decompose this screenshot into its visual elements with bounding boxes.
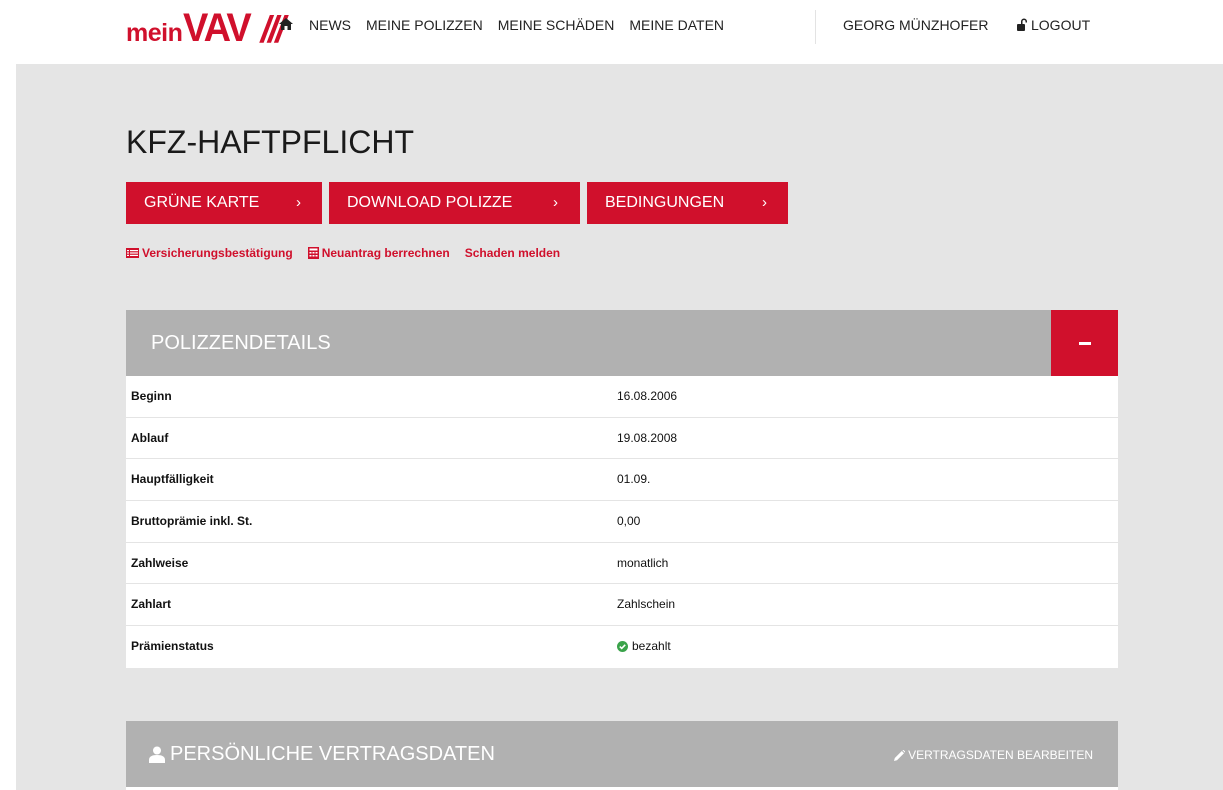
neuantrag-link[interactable]: Neuantrag berrechnen: [307, 246, 450, 260]
nav-item-news[interactable]: NEWS: [309, 17, 351, 33]
download-polizze-button[interactable]: DOWNLOAD POLIZZE ›: [329, 182, 580, 224]
vertragsdaten-bearbeiten-label: VERTRAGSDATEN BEARBEITEN: [908, 748, 1093, 762]
top-bar: mein VAV /// NEWS MEINE POLIZZEN MEINE S…: [0, 0, 1223, 60]
table-row: Zahlweise monatlich: [126, 543, 1118, 585]
logout-label: LOGOUT: [1031, 17, 1091, 33]
row-value: 0,00: [617, 514, 641, 529]
user-name[interactable]: GEORG MÜNZHOFER: [843, 0, 988, 50]
pencil-icon: [894, 749, 906, 761]
row-value: 19.08.2008: [617, 430, 678, 445]
calculator-icon: [307, 247, 319, 259]
vertragsdaten-bearbeiten-link[interactable]: VERTRAGSDATEN BEARBEITEN: [894, 748, 1093, 762]
minus-icon: [1079, 342, 1091, 345]
home-icon[interactable]: [279, 18, 293, 30]
row-label: Ablauf: [131, 430, 169, 445]
nav-divider: [815, 10, 816, 44]
row-value: Zahlschein: [617, 597, 676, 612]
table-row: Ablauf 19.08.2008: [126, 418, 1118, 460]
download-polizze-label: DOWNLOAD POLIZZE: [347, 194, 513, 211]
schaden-melden-label: Schaden melden: [464, 246, 561, 260]
page-title: KFZ-HAFTPFLICHT: [126, 124, 414, 160]
mein-vav-logo[interactable]: mein VAV ///: [126, 6, 285, 50]
row-label: Zahlweise: [131, 555, 189, 570]
row-value: monatlich: [617, 555, 669, 570]
vertragsdaten-title-text: PERSÖNLICHE VERTRAGSDATEN: [170, 743, 495, 765]
gruene-karte-button[interactable]: GRÜNE KARTE ›: [126, 182, 322, 224]
collapse-button[interactable]: [1051, 310, 1118, 376]
nav-item-meine-daten[interactable]: MEINE DATEN: [629, 17, 724, 33]
vertragsdaten-header: PERSÖNLICHE VERTRAGSDATEN VERTRAGSDATEN …: [126, 721, 1118, 787]
row-value: 01.09.: [617, 472, 651, 487]
nav-item-meine-schaeden[interactable]: MEINE SCHÄDEN: [498, 17, 615, 33]
neuantrag-label: Neuantrag berrechnen: [321, 246, 450, 260]
row-label: Hauptfälligkeit: [131, 472, 214, 487]
polizzendetails-header: POLIZZENDETAILS: [126, 310, 1118, 376]
check-circle-icon: [617, 640, 628, 652]
row-label: Zahlart: [131, 597, 172, 612]
chevron-right-icon: ›: [296, 194, 301, 211]
action-buttons: GRÜNE KARTE › DOWNLOAD POLIZZE › BEDINGU…: [126, 182, 795, 224]
versicherungsbestaetigung-link[interactable]: Versicherungsbestätigung: [126, 246, 293, 260]
row-label: Bruttoprämie inkl. St.: [131, 514, 253, 529]
row-label: Prämienstatus: [131, 639, 214, 654]
row-value: 16.08.2006: [617, 389, 678, 403]
user-icon: [149, 746, 165, 763]
logout-link[interactable]: LOGOUT: [1017, 0, 1090, 50]
list-icon: [126, 248, 139, 258]
status-text: bezahlt: [632, 639, 671, 654]
chevron-right-icon: ›: [762, 194, 767, 211]
main-nav: NEWS MEINE POLIZZEN MEINE SCHÄDEN MEINE …: [279, 0, 739, 50]
nav-item-meine-polizzen[interactable]: MEINE POLIZZEN: [366, 17, 483, 33]
logo-name: VAV: [183, 6, 252, 50]
unlock-icon: [1017, 18, 1027, 31]
logo-prefix: mein: [126, 19, 183, 47]
schaden-melden-link[interactable]: Schaden melden: [465, 246, 560, 260]
chevron-right-icon: ›: [553, 194, 558, 211]
quick-links: Versicherungsbestätigung Neuantrag berre…: [126, 246, 575, 260]
vertragsdaten-title: PERSÖNLICHE VERTRAGSDATEN: [149, 743, 495, 766]
bedingungen-button[interactable]: BEDINGUNGEN ›: [587, 182, 788, 224]
polizzendetails-table: Beginn 16.08.2006 Ablauf 19.08.2008 Haup…: [126, 376, 1118, 668]
bedingungen-label: BEDINGUNGEN: [605, 194, 725, 211]
table-row: Prämienstatus bezahlt: [126, 626, 1118, 668]
versicherungsbestaetigung-label: Versicherungsbestätigung: [142, 246, 293, 260]
table-row: Hauptfälligkeit 01.09.: [126, 459, 1118, 502]
row-label: Beginn: [131, 389, 172, 403]
table-row: Bruttoprämie inkl. St. 0,00: [126, 501, 1118, 543]
row-value-status: bezahlt: [617, 639, 671, 653]
gruene-karte-label: GRÜNE KARTE: [144, 194, 260, 211]
panel-title: POLIZZENDETAILS: [151, 332, 331, 354]
table-row: Beginn 16.08.2006: [126, 376, 1118, 418]
table-row: Zahlart Zahlschein: [126, 584, 1118, 627]
